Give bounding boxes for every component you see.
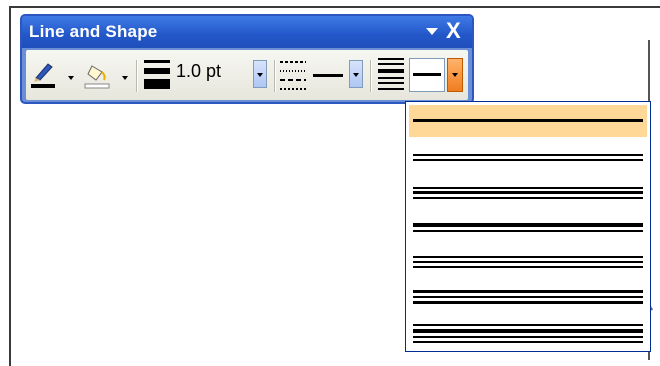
toolbar-separator (370, 60, 372, 92)
line-style-option[interactable] (409, 141, 647, 173)
dash-style-icon[interactable] (280, 58, 306, 92)
line-style-option[interactable] (409, 211, 647, 243)
dash-style-dropdown-button[interactable] (349, 60, 363, 88)
line-style-option[interactable] (409, 281, 647, 313)
line-style-menu[interactable] (405, 101, 651, 352)
line-weight-dropdown-button[interactable] (253, 60, 267, 88)
toolbar-separator (136, 60, 138, 92)
chevron-down-icon (452, 73, 458, 77)
line-style-dropdown-button[interactable] (447, 58, 463, 92)
toolbar-title: Line and Shape (29, 22, 158, 41)
toolbar-controls: 1.0 pt (26, 50, 468, 100)
fill-color-icon (84, 65, 110, 89)
chevron-down-icon[interactable] (68, 76, 74, 80)
line-and-shape-toolbar[interactable]: Line and Shape X 1.0 pt (20, 14, 474, 104)
line-style-icon[interactable] (378, 56, 404, 92)
line-weight-icon[interactable] (144, 58, 170, 92)
line-color-button[interactable] (30, 58, 74, 94)
toolbar-title-bar[interactable]: Line and Shape X (22, 16, 472, 48)
line-style-option[interactable] (409, 316, 647, 348)
toolbar-separator (274, 60, 276, 92)
line-color-icon (31, 63, 55, 88)
dash-style-preview (313, 74, 343, 77)
fill-color-button[interactable] (84, 58, 128, 94)
line-weight-value[interactable]: 1.0 pt (176, 61, 221, 82)
close-icon[interactable]: X (446, 18, 461, 44)
line-style-option[interactable] (409, 176, 647, 208)
line-style-option[interactable] (409, 105, 647, 137)
line-style-option[interactable] (409, 246, 647, 278)
toolbar-options-icon[interactable] (426, 28, 438, 35)
chevron-down-icon[interactable] (122, 76, 128, 80)
line-style-current[interactable] (409, 58, 445, 92)
